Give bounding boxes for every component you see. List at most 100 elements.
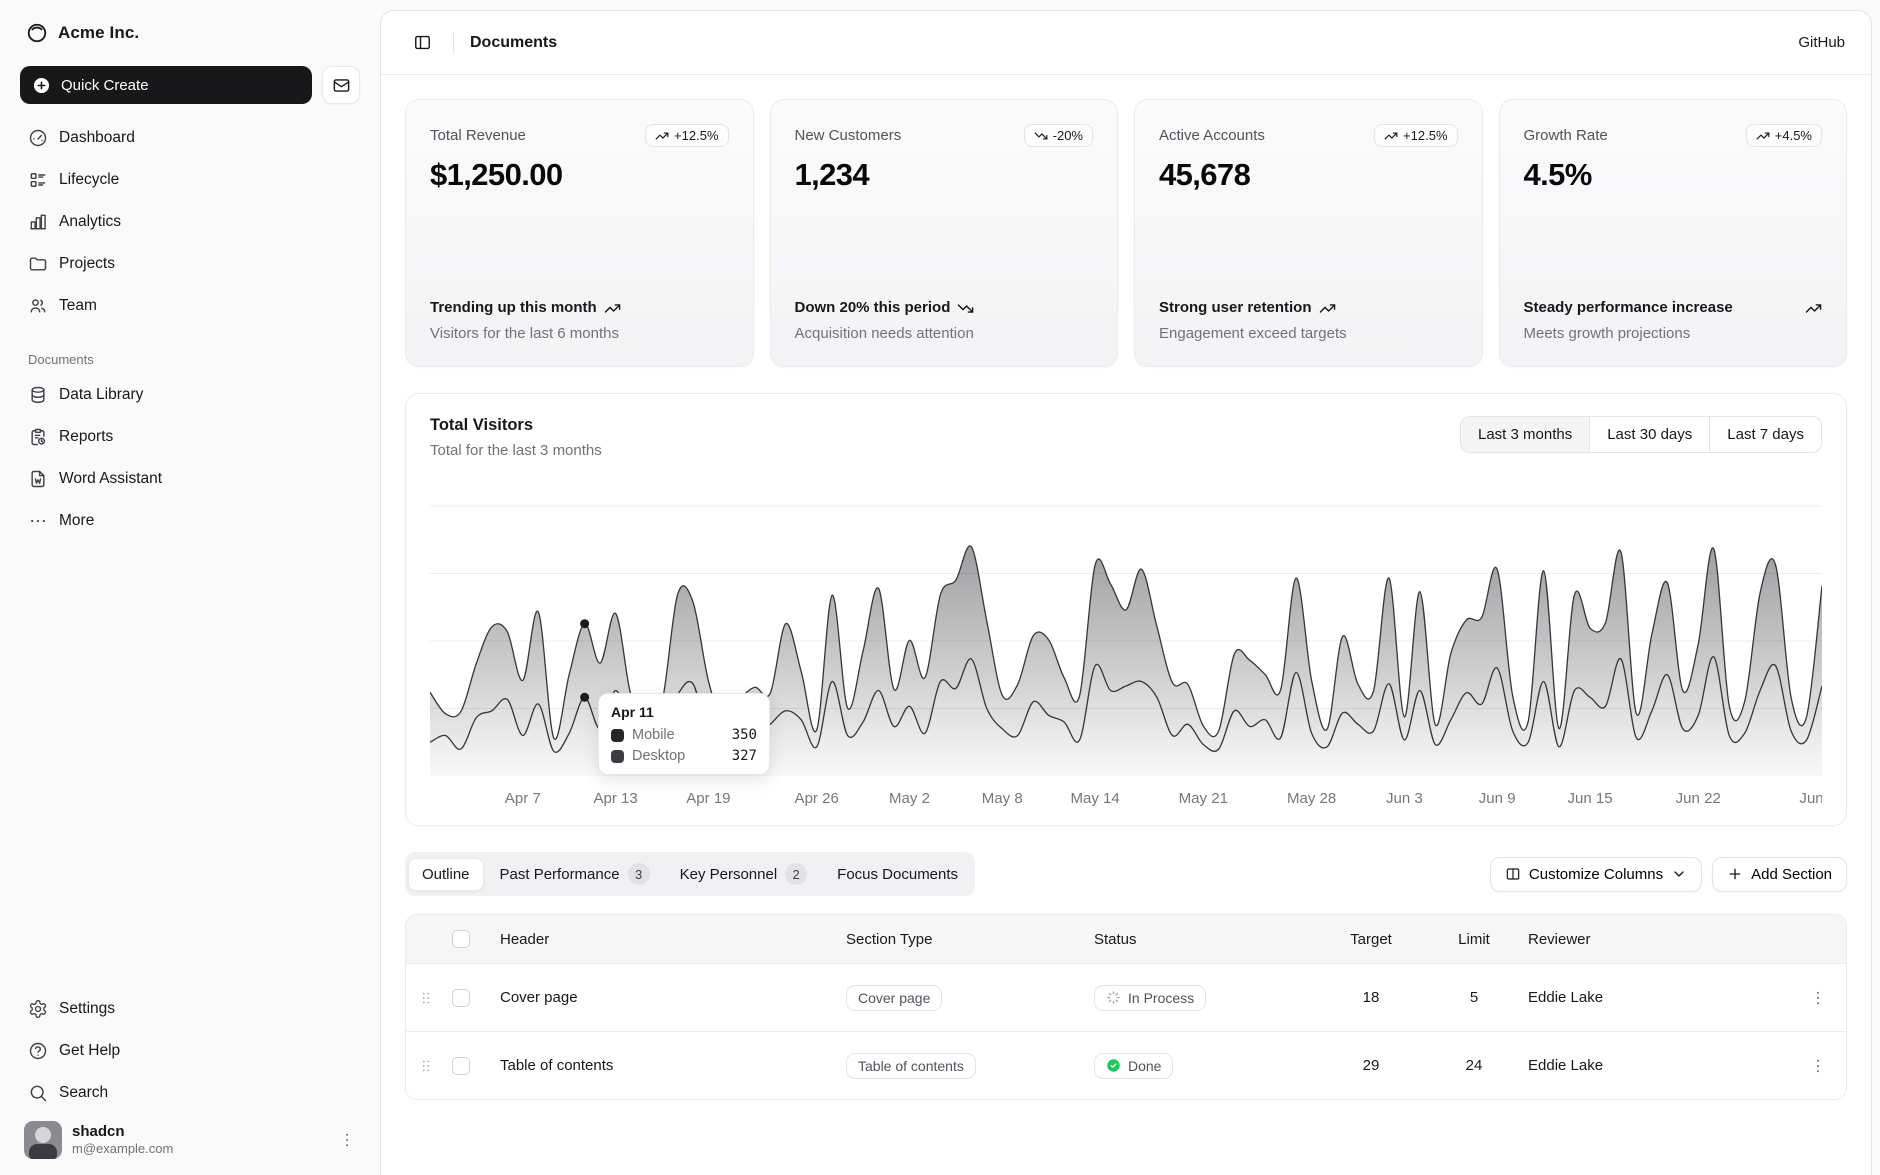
- row-header[interactable]: Cover page: [494, 989, 840, 1006]
- col-section-type: Section Type: [840, 931, 1088, 948]
- row-reviewer[interactable]: Eddie Lake: [1522, 989, 1790, 1006]
- github-link[interactable]: GitHub: [1798, 34, 1845, 51]
- row-reviewer[interactable]: Eddie Lake: [1522, 1057, 1790, 1074]
- trend-badge: +4.5%: [1746, 124, 1822, 147]
- user-menu[interactable]: shadcn m@example.com: [18, 1113, 362, 1159]
- stat-subnote: Visitors for the last 6 months: [430, 325, 729, 342]
- sidebar-item-get-help[interactable]: Get Help: [18, 1031, 362, 1071]
- file-word-icon: [28, 469, 48, 489]
- sidebar-item-word-assistant[interactable]: Word Assistant: [18, 459, 362, 499]
- svg-text:Apr 13: Apr 13: [593, 790, 637, 807]
- row-menu-button[interactable]: [1796, 1057, 1840, 1075]
- tab-focus-documents[interactable]: Focus Documents: [823, 858, 972, 891]
- customize-columns-button[interactable]: Customize Columns: [1490, 857, 1702, 892]
- stat-value: $1,250.00: [430, 157, 729, 193]
- sidebar-item-search[interactable]: Search: [18, 1073, 362, 1113]
- trend-badge-value: +12.5%: [674, 128, 718, 143]
- users-icon: [28, 296, 48, 316]
- row-checkbox[interactable]: [452, 989, 470, 1007]
- select-all-checkbox[interactable]: [452, 930, 470, 948]
- mobile-swatch: [611, 729, 624, 742]
- row-target[interactable]: 18: [1316, 989, 1426, 1006]
- stat-label: Active Accounts: [1159, 124, 1265, 144]
- dots-vertical-icon: [1809, 1057, 1827, 1075]
- main-panel: Documents GitHub Total Revenue +12.5% $1…: [380, 10, 1872, 1175]
- tooltip-row-desktop: Desktop 327: [611, 748, 757, 764]
- row-menu-button[interactable]: [1796, 989, 1840, 1007]
- grip-vertical-icon: [417, 1057, 435, 1075]
- stat-value: 4.5%: [1524, 157, 1823, 193]
- user-name: shadcn: [72, 1123, 328, 1142]
- drag-handle[interactable]: [406, 989, 446, 1007]
- sidebar-item-label: Settings: [59, 1000, 115, 1018]
- trending-up-icon: [604, 300, 621, 317]
- tooltip-date: Apr 11: [611, 704, 757, 720]
- inbox-button[interactable]: [322, 66, 360, 104]
- stat-card-growth-rate: Growth Rate +4.5% 4.5% Steady performanc…: [1499, 99, 1848, 367]
- search-icon: [28, 1083, 48, 1103]
- topbar-divider: [453, 33, 454, 53]
- tab-outline[interactable]: Outline: [408, 858, 484, 891]
- dots-vertical-icon: [1809, 989, 1827, 1007]
- report-icon: [28, 427, 48, 447]
- trend-badge-value: +4.5%: [1775, 128, 1812, 143]
- sidebar-item-reports[interactable]: Reports: [18, 417, 362, 457]
- sidebar-item-label: Team: [59, 297, 97, 315]
- table-row: Cover page Cover page In Process 18 5 Ed…: [406, 963, 1846, 1031]
- range-last-7-days[interactable]: Last 7 days: [1709, 417, 1821, 452]
- sidebar-toggle-button[interactable]: [407, 28, 437, 58]
- col-limit: Limit: [1426, 931, 1522, 948]
- range-last-3-months[interactable]: Last 3 months: [1461, 417, 1589, 452]
- user-meta: shadcn m@example.com: [72, 1123, 328, 1158]
- stat-value: 1,234: [795, 157, 1094, 193]
- trending-up-icon: [1319, 300, 1336, 317]
- panel-left-icon: [413, 33, 432, 52]
- sidebar-item-label: Get Help: [59, 1042, 120, 1060]
- mail-icon: [332, 76, 351, 95]
- add-section-button[interactable]: Add Section: [1712, 857, 1847, 892]
- brand[interactable]: Acme Inc.: [18, 14, 362, 50]
- tab-key-personnel[interactable]: Key Personnel 2: [666, 855, 822, 893]
- quick-create-label: Quick Create: [61, 77, 149, 94]
- page-content: Total Revenue +12.5% $1,250.00 Trending …: [381, 75, 1871, 1124]
- chevron-down-icon: [1671, 866, 1687, 882]
- sidebar-item-projects[interactable]: Projects: [18, 244, 362, 284]
- row-limit[interactable]: 24: [1426, 1057, 1522, 1074]
- row-checkbox[interactable]: [452, 1057, 470, 1075]
- acme-logo-icon: [26, 22, 48, 44]
- page-title: Documents: [470, 34, 557, 52]
- trending-up-icon: [1756, 129, 1770, 143]
- dots-vertical-icon[interactable]: [338, 1131, 356, 1149]
- desktop-swatch: [611, 750, 624, 763]
- drag-handle[interactable]: [406, 1057, 446, 1075]
- sidebar-item-more[interactable]: More: [18, 501, 362, 541]
- section-tabs: Outline Past Performance 3 Key Personnel…: [405, 852, 975, 896]
- loader-icon: [1106, 990, 1121, 1005]
- range-last-30-days[interactable]: Last 30 days: [1589, 417, 1709, 452]
- sidebar-item-team[interactable]: Team: [18, 286, 362, 326]
- plus-icon: [1727, 866, 1743, 882]
- sidebar-item-label: Analytics: [59, 213, 121, 231]
- sidebar-item-label: More: [59, 512, 94, 530]
- trending-up-icon: [1805, 300, 1822, 317]
- stat-subnote: Meets growth projections: [1524, 325, 1823, 342]
- stat-card-total-revenue: Total Revenue +12.5% $1,250.00 Trending …: [405, 99, 754, 367]
- sidebar-item-lifecycle[interactable]: Lifecycle: [18, 160, 362, 200]
- row-header[interactable]: Table of contents: [494, 1057, 840, 1074]
- quick-create-button[interactable]: Quick Create: [20, 66, 312, 104]
- sidebar-item-analytics[interactable]: Analytics: [18, 202, 362, 242]
- sidebar-item-dashboard[interactable]: Dashboard: [18, 118, 362, 158]
- row-limit[interactable]: 5: [1426, 989, 1522, 1006]
- tooltip-row-mobile: Mobile 350: [611, 727, 757, 743]
- trend-badge: +12.5%: [645, 124, 728, 147]
- dots-icon: [28, 511, 48, 531]
- trending-down-icon: [1034, 129, 1048, 143]
- svg-text:May 14: May 14: [1070, 790, 1119, 807]
- trend-badge-value: -20%: [1053, 128, 1083, 143]
- svg-text:Jun 30: Jun 30: [1799, 790, 1822, 807]
- sidebar-item-settings[interactable]: Settings: [18, 989, 362, 1029]
- sidebar-item-data-library[interactable]: Data Library: [18, 375, 362, 415]
- row-target[interactable]: 29: [1316, 1057, 1426, 1074]
- area-chart[interactable]: Apr 11 Mobile 350 Desktop 327 Apr 7Apr 1…: [430, 481, 1822, 811]
- tab-past-performance[interactable]: Past Performance 3: [486, 855, 664, 893]
